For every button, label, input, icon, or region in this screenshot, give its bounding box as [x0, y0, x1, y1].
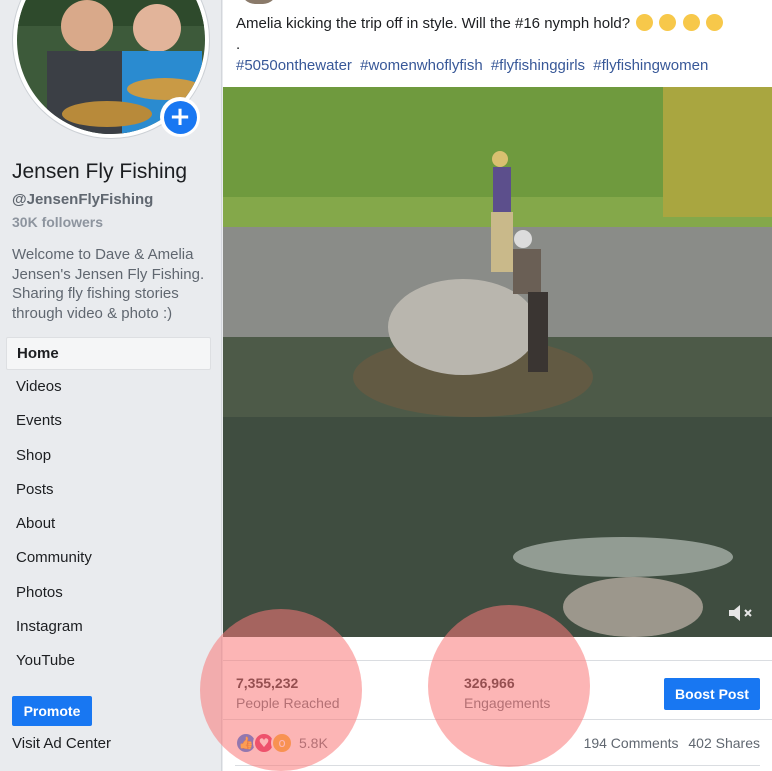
engagement-summary: 194 Comments 402 Shares [584, 735, 760, 751]
app-root: + Jensen Fly Fishing @JensenFlyFishing 3… [0, 0, 772, 771]
nav-item-photos[interactable]: Photos [6, 576, 211, 610]
nav-item-community[interactable]: Community [6, 541, 211, 575]
author-avatar[interactable] [241, 0, 277, 4]
promote-button[interactable]: Promote [12, 696, 92, 726]
nav-item-events[interactable]: Events [6, 404, 211, 438]
add-profile-photo-button[interactable]: + [160, 97, 200, 137]
nav-item-home[interactable]: Home [6, 337, 211, 370]
nav-item-videos[interactable]: Videos [6, 370, 211, 404]
thinking-face-icon [636, 14, 654, 31]
plus-icon: + [163, 100, 197, 134]
nav-item-instagram[interactable]: Instagram [6, 610, 211, 644]
post-message: Amelia kicking the trip off in style. Wi… [236, 14, 723, 32]
hashtag-link[interactable]: #5050onthewater [236, 57, 352, 74]
engagement-label: Engagements [464, 695, 551, 711]
post-separator: . [236, 36, 241, 53]
shares-count-link[interactable]: 402 Shares [688, 735, 760, 751]
wow-icon: o [271, 732, 293, 754]
hashtag-link[interactable]: #flyfishingwomen [593, 57, 708, 74]
engagement-value: 326,966 [464, 675, 515, 691]
video-frame-image [223, 87, 772, 637]
reaction-count: 5.8K [299, 735, 328, 751]
reaction-summary[interactable]: 👍 ♥ o 5.8K [235, 731, 328, 755]
page-handle[interactable]: @JensenFlyFishing [12, 191, 153, 208]
reach-value: 7,355,232 [236, 675, 299, 691]
divider [235, 765, 760, 766]
boost-post-button[interactable]: Boost Post [664, 678, 760, 710]
volume-muted-icon[interactable] [726, 601, 754, 625]
hugging-face-icon [682, 14, 700, 31]
nav-item-youtube[interactable]: YouTube [6, 644, 211, 678]
post-card: Amelia kicking the trip off in style. Wi… [223, 0, 772, 771]
post-insights: 7,355,232 People Reached 326,966 Engagem… [223, 660, 772, 720]
page-title: Jensen Fly Fishing [12, 160, 188, 183]
page-nav: Home Videos Events Shop Posts About Comm… [6, 337, 211, 679]
zany-face-icon [705, 14, 723, 31]
visit-ad-center-link[interactable]: Visit Ad Center [12, 735, 111, 752]
post-video[interactable] [223, 87, 772, 637]
nav-item-posts[interactable]: Posts [6, 473, 211, 507]
nav-item-shop[interactable]: Shop [6, 439, 211, 473]
post-message-text: Amelia kicking the trip off in style. Wi… [236, 15, 631, 32]
follower-count: 30K followers [12, 214, 104, 230]
page-about-text: Welcome to Dave & Amelia Jensen's Jensen… [12, 246, 205, 322]
nav-item-about[interactable]: About [6, 507, 211, 541]
hashtag-link[interactable]: #womenwhoflyfish [360, 57, 483, 74]
grimacing-face-icon [659, 14, 677, 31]
hashtag-link[interactable]: #flyfishinggirls [491, 57, 585, 74]
reach-label: People Reached [236, 695, 340, 711]
comments-count-link[interactable]: 194 Comments [584, 735, 679, 751]
post-hashtags: #5050onthewater #womenwhoflyfish #flyfis… [236, 57, 712, 74]
page-sidebar: + Jensen Fly Fishing @JensenFlyFishing 3… [0, 0, 222, 771]
